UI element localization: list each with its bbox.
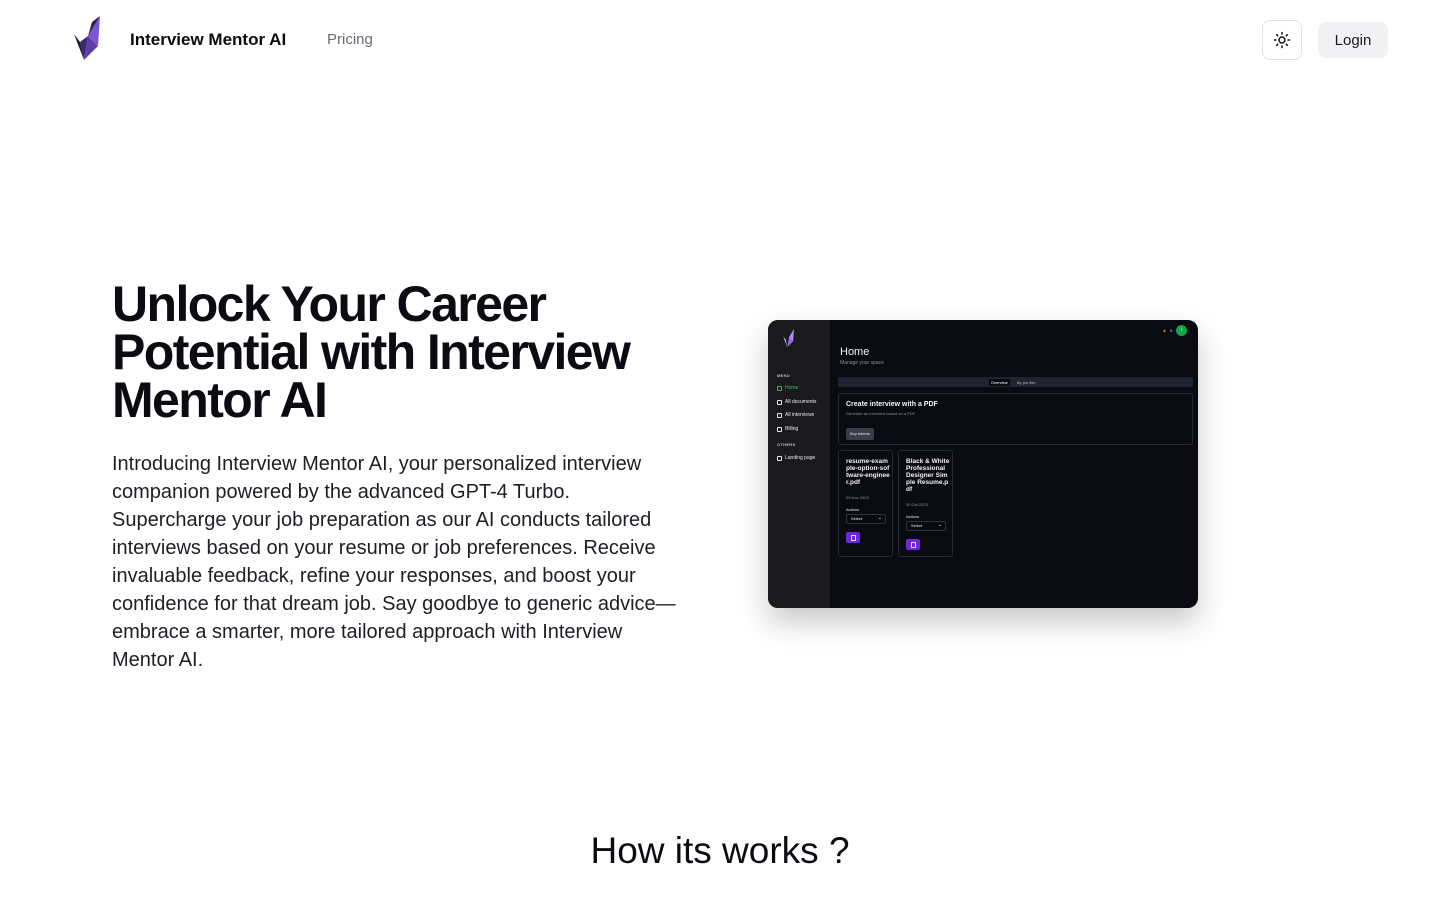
preview-sidebar-label: All interviews xyxy=(785,412,815,418)
billing-icon xyxy=(777,426,782,432)
sun-icon xyxy=(1273,31,1291,49)
preview-sidebar: MENU Home All documents All interviews B… xyxy=(768,320,830,608)
nav-link-pricing[interactable]: Pricing xyxy=(327,31,373,48)
hero-description: Introducing Interview Mentor AI, your pe… xyxy=(112,453,676,671)
logo-icon[interactable] xyxy=(72,14,104,62)
preview-sidebar-item-interviews: All interviews xyxy=(777,412,814,418)
preview-document-date: 09 Nov 2023 xyxy=(846,495,869,500)
preview-card-title: Create interview with a PDF xyxy=(846,401,938,408)
preview-buy-tokens-button: Buy tokens xyxy=(846,428,874,440)
preview-sidebar-label: Landing page xyxy=(785,455,816,461)
preview-sidebar-label: Billing xyxy=(785,426,799,432)
preview-card-subtitle: Generate an interview based on a PDF xyxy=(846,411,916,416)
preview-sidebar-label: Home xyxy=(785,385,799,391)
preview-document-name: Black & White Professional Designer Simp… xyxy=(906,458,950,493)
preview-topbar: ◈ 0 i xyxy=(1163,325,1188,336)
preview-tab-job-title: By job title xyxy=(1017,379,1036,385)
preview-logo-icon xyxy=(783,328,794,348)
preview-document-name: resume-example-option-software-engineer.… xyxy=(846,458,890,486)
preview-actions-select: Select xyxy=(906,521,946,531)
preview-sidebar-label: All documents xyxy=(785,399,817,405)
preview-sidebar-item-home: Home xyxy=(777,385,798,391)
trash-icon xyxy=(846,532,860,543)
navbar: Interview Mentor AI Pricing Login xyxy=(0,0,1440,80)
interviews-icon xyxy=(777,412,782,418)
preview-sidebar-item-billing: Billing xyxy=(777,426,798,432)
preview-document-card: Black & White Professional Designer Simp… xyxy=(898,450,953,557)
avatar: i xyxy=(1176,325,1188,336)
preview-create-card: Create interview with a PDF Generate an … xyxy=(838,393,1193,445)
preview-actions-select: Select xyxy=(846,514,886,524)
home-icon xyxy=(777,385,782,391)
preview-actions-label: Actions xyxy=(906,514,920,519)
documents-icon xyxy=(777,399,782,405)
preview-sidebar-item-landing: Landing page xyxy=(777,455,815,461)
preview-others-label: OTHERS xyxy=(777,442,796,447)
trash-icon xyxy=(906,539,920,550)
preview-token-count: 0 xyxy=(1170,328,1173,333)
home-icon xyxy=(777,455,782,461)
preview-document-card: resume-example-option-software-engineer.… xyxy=(838,450,893,557)
preview-actions-label: Actions xyxy=(846,507,860,512)
preview-page-title: Home xyxy=(840,346,870,358)
preview-page-subtitle: Manage your space xyxy=(840,360,884,366)
login-button[interactable]: Login xyxy=(1318,22,1388,58)
preview-tabs: Overview By job title xyxy=(838,377,1193,387)
how-it-works-title: How its works ? xyxy=(590,830,850,871)
app-preview-image: MENU Home All documents All interviews B… xyxy=(768,320,1198,608)
preview-document-date: 30 Oct 2023 xyxy=(906,502,928,507)
preview-menu-label: MENU xyxy=(777,373,790,378)
preview-tab-overview: Overview xyxy=(989,378,1010,386)
token-icon: ◈ xyxy=(1163,328,1167,333)
brand-name[interactable]: Interview Mentor AI xyxy=(130,30,286,50)
preview-sidebar-item-documents: All documents xyxy=(777,399,816,405)
hero-title: Unlock Your Career Potential with Interv… xyxy=(112,276,631,428)
theme-toggle-button[interactable] xyxy=(1262,20,1302,60)
